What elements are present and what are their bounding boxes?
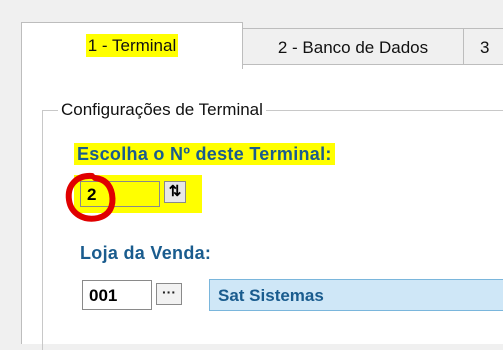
tab-3-label: 3 bbox=[480, 38, 490, 57]
tab-3[interactable]: 3 bbox=[463, 28, 503, 65]
store-lookup-button[interactable]: ··· bbox=[156, 283, 182, 305]
store-label: Loja da Venda: bbox=[80, 243, 212, 263]
groupbox-title: Configurações de Terminal bbox=[58, 100, 266, 120]
terminal-number-label: Escolha o Nº deste Terminal: bbox=[74, 143, 335, 165]
tab-banco-de-dados[interactable]: 2 - Banco de Dados bbox=[242, 28, 464, 65]
store-code-input[interactable]: 001 bbox=[82, 280, 152, 310]
tab-terminal[interactable]: 1 - Terminal bbox=[21, 22, 243, 69]
terminal-number-input[interactable]: 2 bbox=[80, 181, 160, 207]
up-down-arrows-icon[interactable]: ⇅ bbox=[164, 181, 186, 203]
store-name-field: Sat Sistemas bbox=[209, 279, 503, 311]
tab-banco-label: 2 - Banco de Dados bbox=[277, 38, 429, 57]
tab-terminal-label: 1 - Terminal bbox=[85, 34, 179, 57]
tab-strip: 1 - Terminal 2 - Banco de Dados 3 bbox=[0, 0, 503, 70]
